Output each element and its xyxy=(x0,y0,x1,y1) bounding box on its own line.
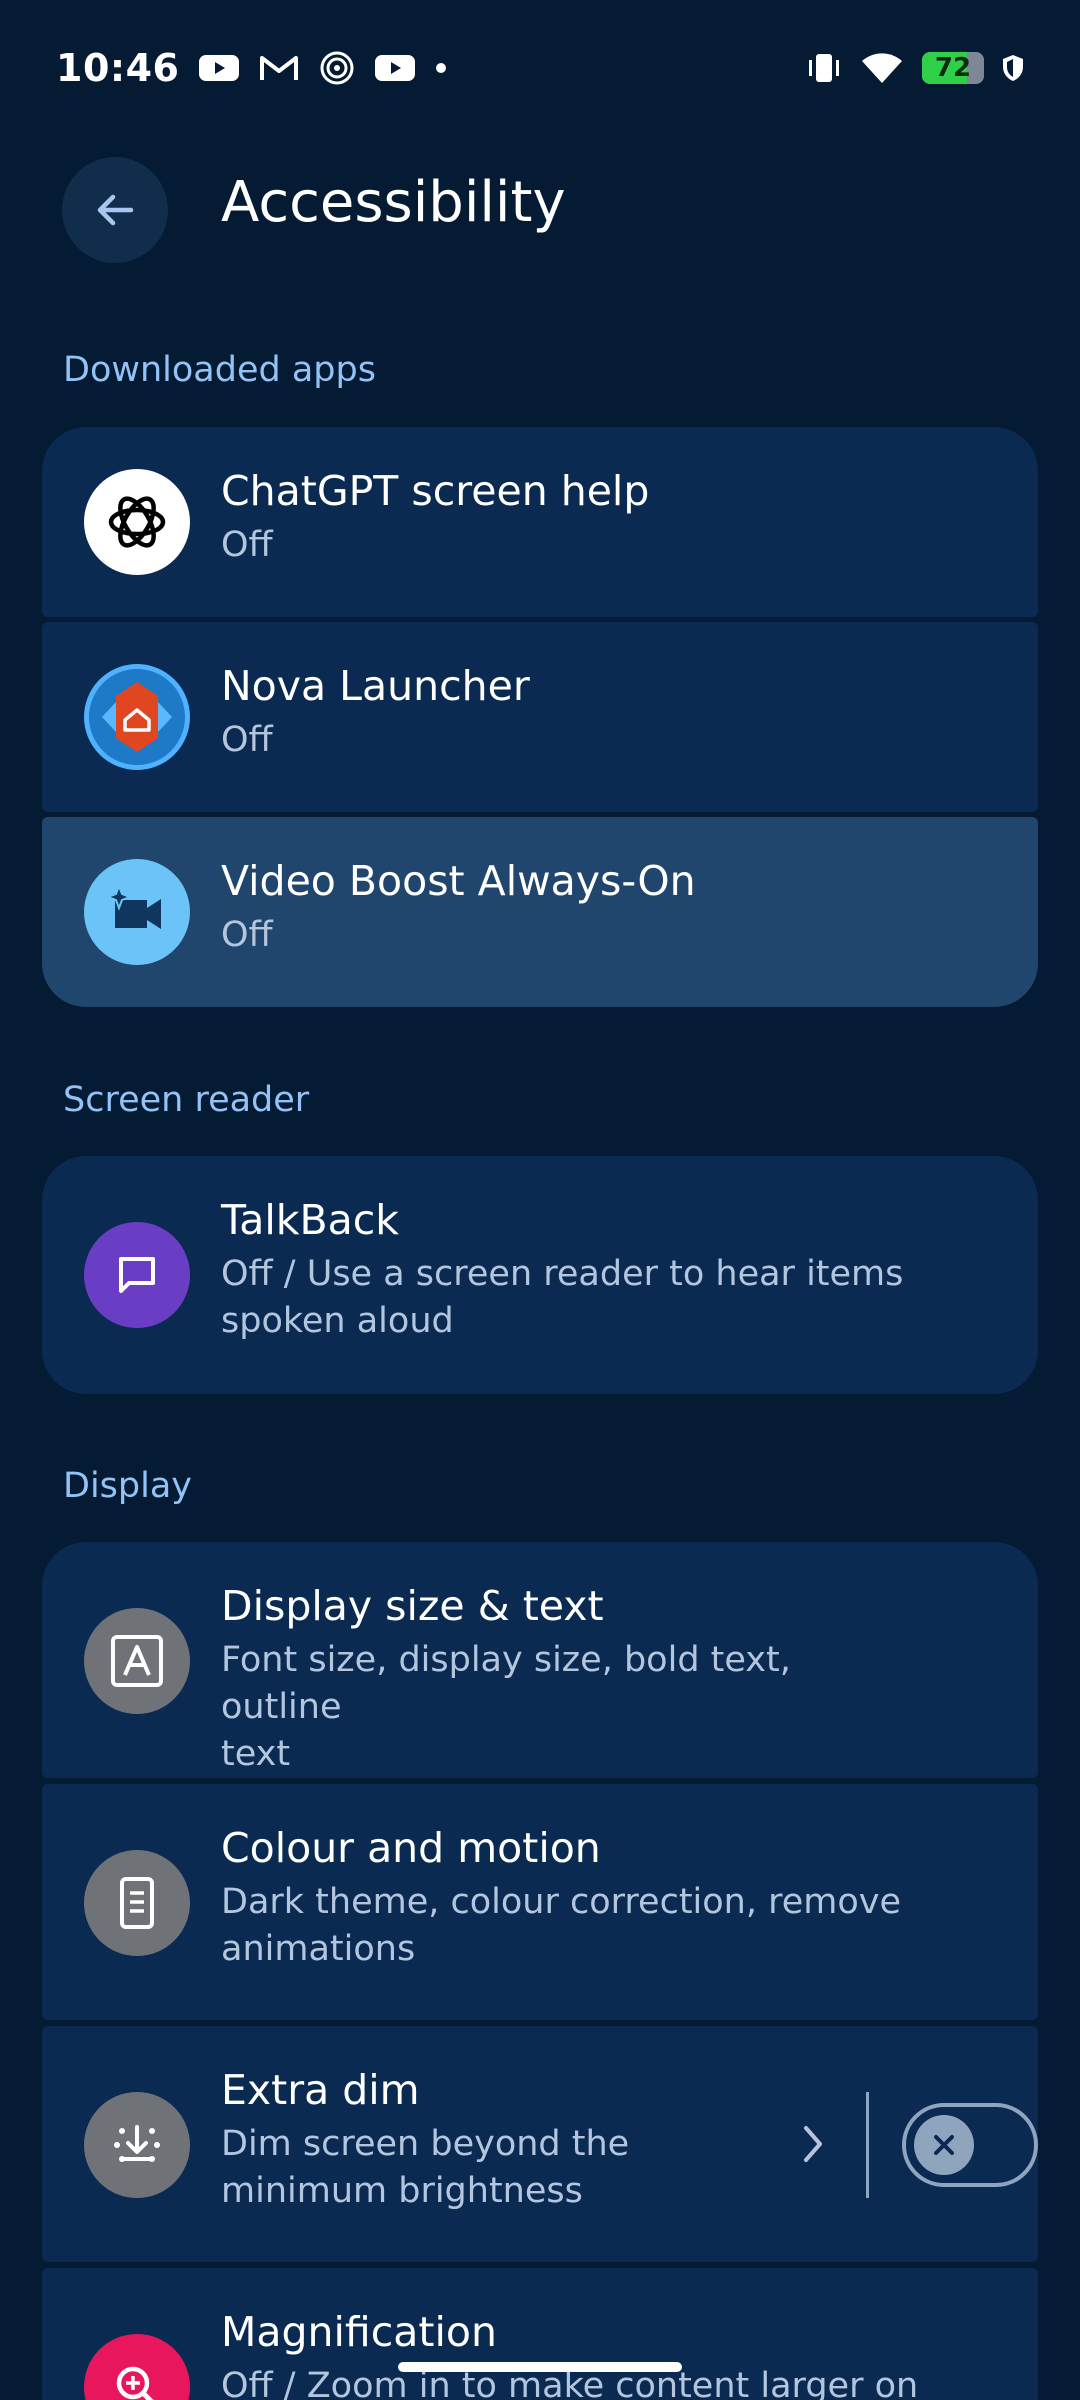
list-item-colour-and-motion[interactable]: Colour and motion Dark theme, colour cor… xyxy=(42,1784,1038,2020)
shield-icon xyxy=(1002,54,1024,82)
status-left: 10:46 xyxy=(56,46,447,90)
list-item-extra-dim[interactable]: Extra dim Dim screen beyond the minimum … xyxy=(42,2026,1038,2262)
nova-launcher-icon xyxy=(84,664,190,770)
item-title: TalkBack xyxy=(221,1196,400,1244)
item-title: Extra dim xyxy=(221,2066,420,2114)
item-summary: Off xyxy=(221,720,273,760)
page-title: Accessibility xyxy=(221,170,566,235)
video-boost-icon xyxy=(84,859,190,965)
item-summary-line: Off / Use a screen reader to hear items xyxy=(221,1254,904,1294)
list-item-nova-launcher[interactable]: Nova Launcher Off xyxy=(42,622,1038,812)
section-header-display: Display xyxy=(63,1466,193,1506)
gmail-icon xyxy=(259,53,299,83)
status-right: 72 xyxy=(806,51,1024,85)
magnification-icon xyxy=(84,2334,190,2400)
divider xyxy=(866,2092,869,2198)
colour-motion-icon xyxy=(84,1850,190,1956)
talkback-icon xyxy=(84,1222,190,1328)
list-item-chatgpt-screen-help[interactable]: ChatGPT screen help Off xyxy=(42,427,1038,617)
item-summary-line: minimum brightness xyxy=(221,2171,583,2211)
item-title: Video Boost Always-On xyxy=(221,857,696,905)
battery-icon: 72 xyxy=(922,51,984,84)
item-title: Nova Launcher xyxy=(221,662,530,710)
item-title: Magnification xyxy=(221,2308,497,2356)
accessibility-page: 10:46 72 Accessibility Downloaded apps C… xyxy=(0,0,1080,2400)
text-size-icon xyxy=(84,1608,190,1714)
extra-dim-icon xyxy=(84,2092,190,2198)
vibrate-icon xyxy=(806,52,842,84)
item-summary-line: animations xyxy=(221,1929,416,1969)
dot-icon xyxy=(435,62,447,74)
item-summary-line: Dim screen beyond the xyxy=(221,2124,630,2164)
item-summary-line: text xyxy=(221,1734,291,1774)
item-summary: Off / Use a screen reader to hear items … xyxy=(221,1251,921,1345)
item-summary: Font size, display size, bold text, outl… xyxy=(221,1637,921,1778)
youtube-icon xyxy=(199,53,240,83)
extra-dim-toggle[interactable] xyxy=(902,2103,1038,2187)
item-title: Colour and motion xyxy=(221,1824,601,1872)
battery-level: 72 xyxy=(934,52,972,83)
item-summary: Dark theme, colour correction, remove an… xyxy=(221,1879,921,1973)
item-title: Display size & text xyxy=(221,1582,604,1630)
status-bar: 10:46 72 xyxy=(0,0,1080,135)
item-summary: Dim screen beyond the minimum brightness xyxy=(221,2121,741,2215)
list-item-magnification[interactable]: Magnification Off / Zoom in to make cont… xyxy=(42,2268,1038,2400)
section-header-screen-reader: Screen reader xyxy=(63,1080,310,1120)
spiral-icon xyxy=(319,50,355,86)
item-summary: Off xyxy=(221,915,273,955)
chevron-right-icon[interactable] xyxy=(798,2120,828,2168)
youtube-icon xyxy=(375,53,416,83)
list-item-talkback[interactable]: TalkBack Off / Use a screen reader to he… xyxy=(42,1156,1038,1394)
chatgpt-icon xyxy=(84,469,190,575)
wifi-icon xyxy=(860,51,904,85)
list-item-display-size-text[interactable]: Display size & text Font size, display s… xyxy=(42,1542,1038,1778)
home-indicator[interactable] xyxy=(398,2362,682,2372)
section-header-downloaded-apps: Downloaded apps xyxy=(63,350,376,390)
toggle-knob xyxy=(914,2115,974,2175)
item-summary: Off xyxy=(221,525,273,565)
list-item-video-boost[interactable]: Video Boost Always-On Off xyxy=(42,817,1038,1007)
item-summary-line: Dark theme, colour correction, remove xyxy=(221,1882,902,1922)
item-summary-line: Font size, display size, bold text, outl… xyxy=(221,1640,791,1727)
arrow-back-icon xyxy=(97,194,134,226)
item-summary-line: spoken aloud xyxy=(221,1301,454,1341)
back-button[interactable] xyxy=(62,157,168,263)
item-title: ChatGPT screen help xyxy=(221,467,650,515)
status-time: 10:46 xyxy=(56,45,180,90)
close-icon xyxy=(934,2135,954,2155)
